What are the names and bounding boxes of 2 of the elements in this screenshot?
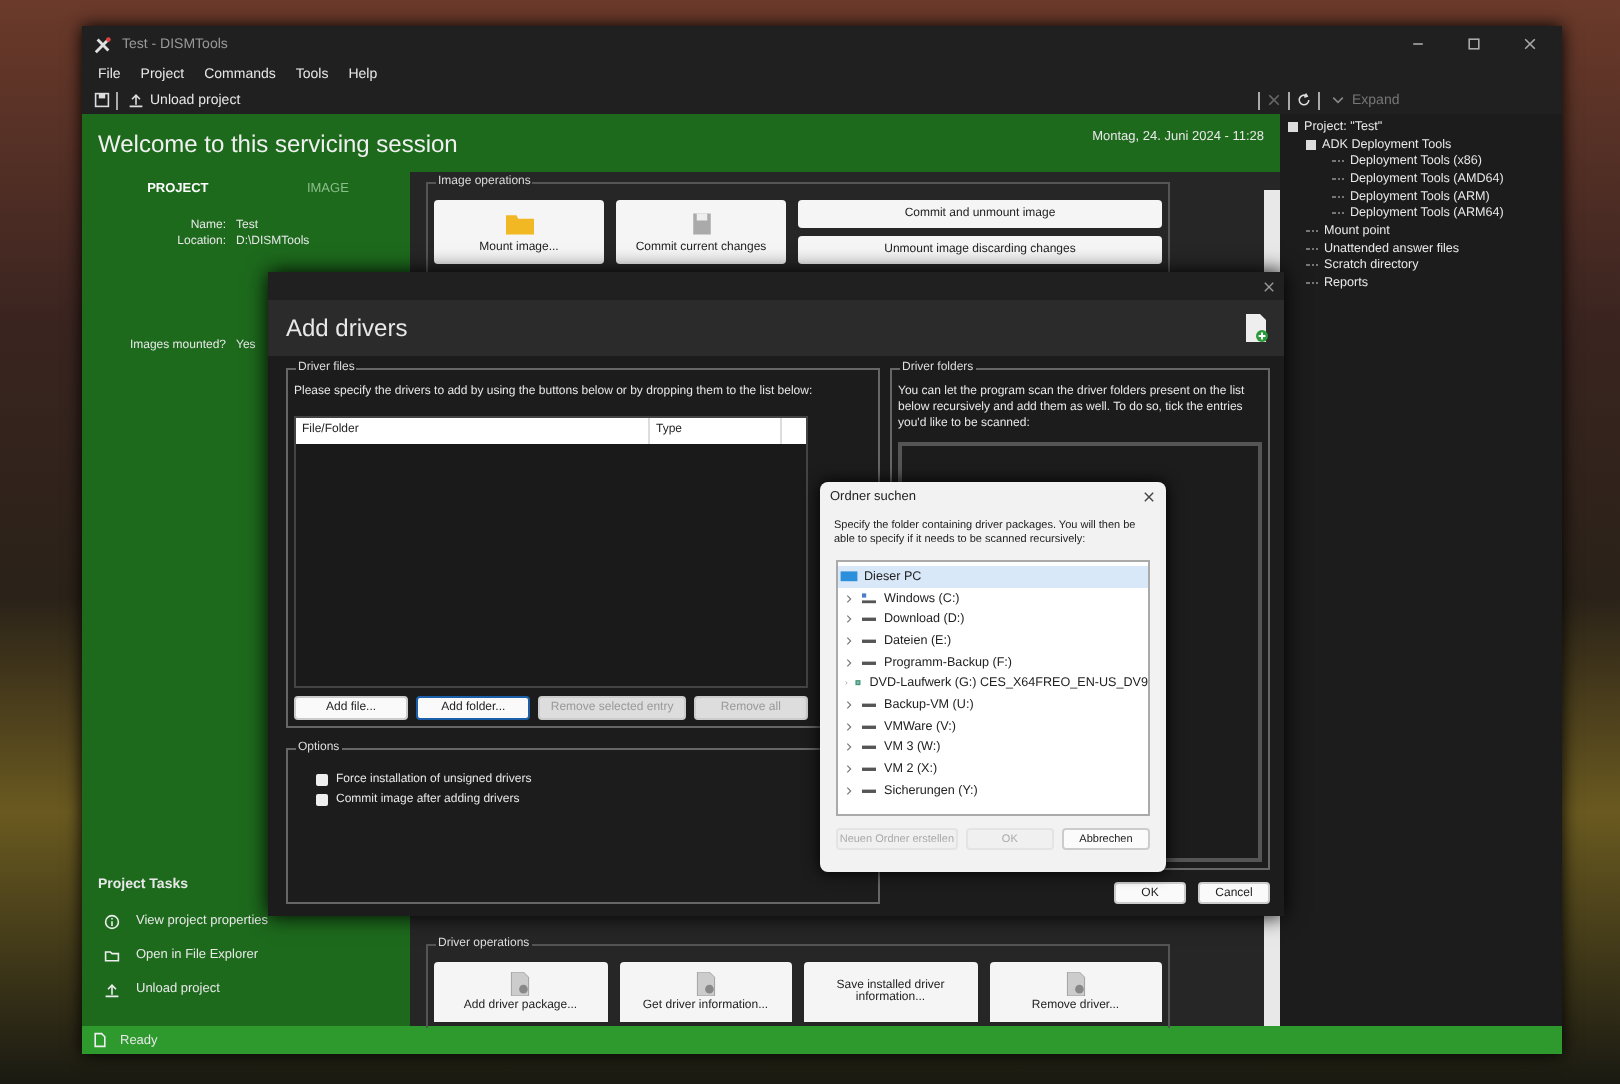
dialog-heading: Add drivers <box>286 314 408 342</box>
welcome-heading: Welcome to this servicing session <box>98 129 458 157</box>
